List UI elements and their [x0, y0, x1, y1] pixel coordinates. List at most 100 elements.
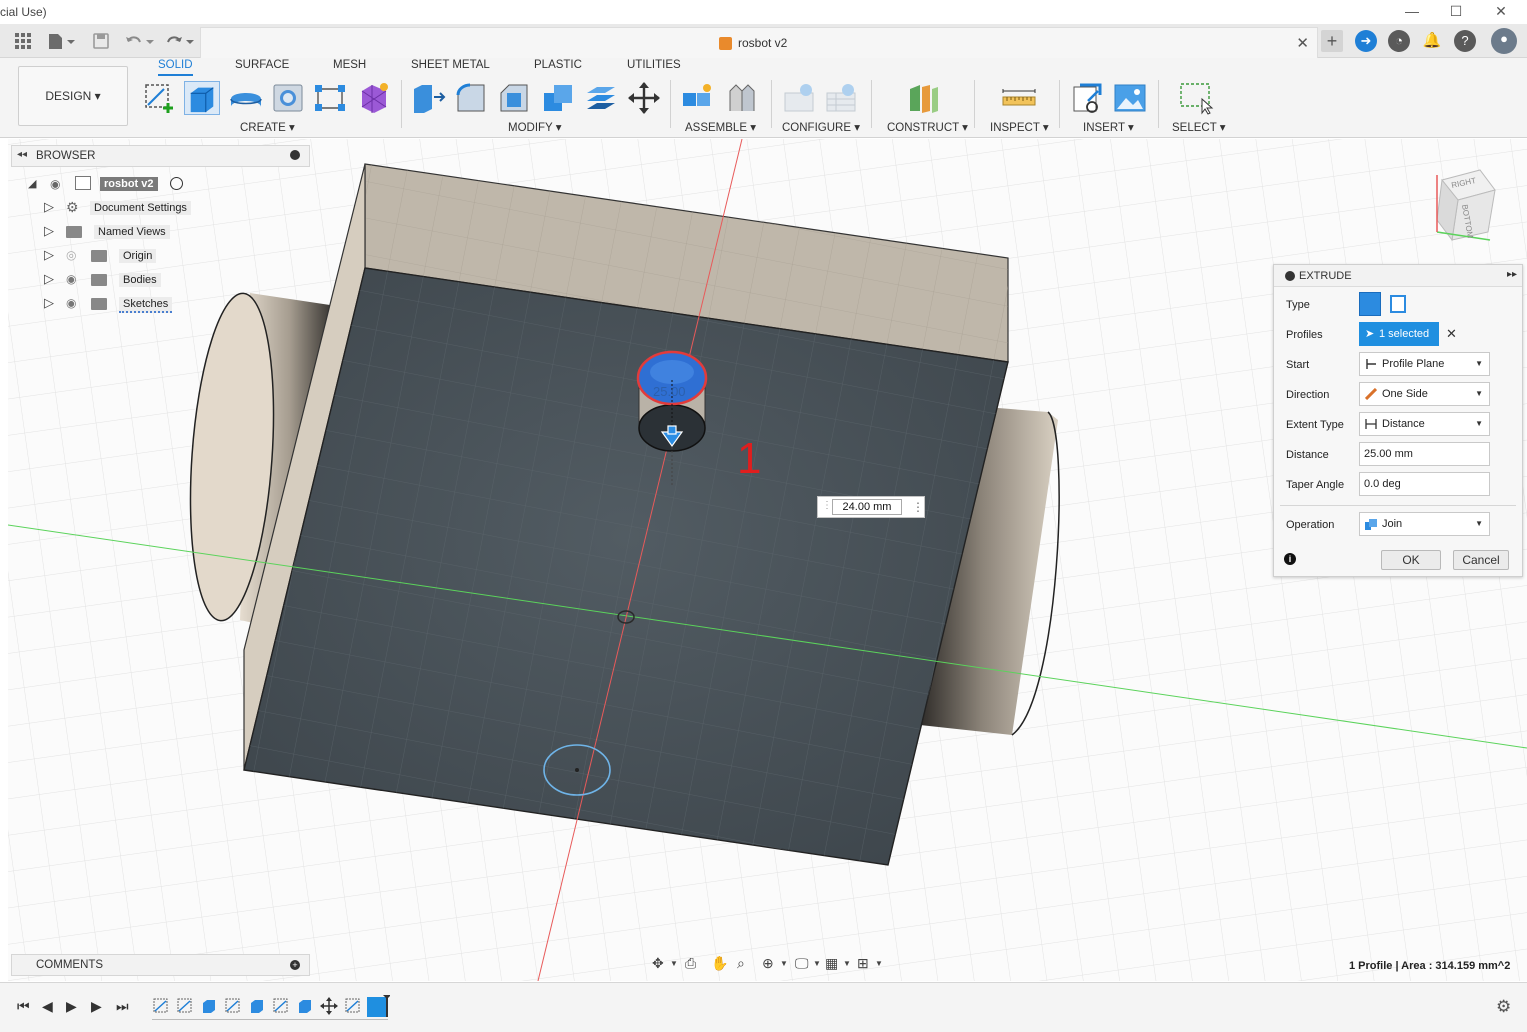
operation-dropdown[interactable]: Join ▼	[1359, 512, 1490, 536]
help-icon[interactable]: ?	[1454, 30, 1476, 52]
new-tab-icon[interactable]: +	[1321, 30, 1343, 52]
new-component-icon[interactable]	[680, 81, 716, 115]
direction-dropdown[interactable]: One Side ▼	[1359, 382, 1490, 406]
workspace-switcher-button[interactable]: DESIGN ▾	[18, 66, 128, 126]
close-tab-button[interactable]: ✕	[1296, 34, 1309, 52]
browser-item-origin[interactable]: ▷ ◎ Origin	[44, 246, 204, 266]
insert-derive-icon[interactable]	[1070, 81, 1106, 115]
pin-panel-icon[interactable]	[290, 150, 300, 160]
timeline-sketch-icon[interactable]	[344, 997, 362, 1015]
info-icon[interactable]: i	[1284, 553, 1296, 565]
ok-button[interactable]: OK	[1381, 550, 1441, 570]
step-back-icon[interactable]: ◀	[42, 998, 53, 1015]
expand-arrow-icon[interactable]: ▷	[44, 199, 54, 215]
tab-solid[interactable]: SOLID	[158, 59, 193, 76]
revolve-icon[interactable]	[228, 81, 264, 115]
tab-plastic[interactable]: PLASTIC	[534, 59, 582, 71]
select-window-icon[interactable]	[1178, 81, 1214, 115]
root-component-name[interactable]: rosbot v2	[100, 177, 158, 191]
distance-inline-input[interactable]: 24.00 mm	[832, 499, 902, 515]
tab-utilities[interactable]: UTILITIES	[627, 59, 681, 71]
hidden-eye-icon[interactable]: ◎	[66, 248, 76, 262]
type-thin-icon[interactable]	[1390, 295, 1406, 313]
display-settings-icon[interactable]: 🖵	[795, 955, 809, 972]
browser-item-named-views[interactable]: ▷ Named Views	[44, 222, 204, 242]
notifications-bell-icon[interactable]: 🔔	[1421, 30, 1443, 52]
configure-rule-icon[interactable]	[824, 81, 860, 115]
type-solid-icon[interactable]	[1359, 292, 1381, 316]
configure-menu[interactable]: CONFIGURE ▾	[782, 120, 860, 134]
hole-icon[interactable]	[270, 81, 306, 115]
select-menu[interactable]: SELECT ▾	[1172, 120, 1226, 134]
add-comment-icon[interactable]: +	[290, 960, 300, 970]
orbit-icon[interactable]: ✥	[652, 955, 664, 972]
cancel-button[interactable]: Cancel	[1453, 550, 1509, 570]
timeline-extrude-icon[interactable]	[296, 997, 314, 1015]
save-icon[interactable]	[92, 32, 110, 50]
start-dropdown[interactable]: Profile Plane ▼	[1359, 352, 1490, 376]
tab-sheet-metal[interactable]: SHEET METAL	[411, 59, 490, 71]
extrude-dialog-header[interactable]: EXTRUDE ▸▸	[1274, 265, 1522, 287]
comments-panel-header[interactable]: COMMENTS +	[11, 954, 310, 976]
timeline-sketch-icon[interactable]	[224, 997, 242, 1015]
taper-angle-field[interactable]: 0.0 deg	[1359, 472, 1490, 496]
move-copy-icon[interactable]	[626, 81, 662, 115]
expand-arrow-icon[interactable]: ▷	[44, 247, 54, 263]
browser-item-document-settings[interactable]: ▷ ⚙ Document Settings	[44, 198, 204, 218]
view-cube[interactable]: RIGHT BOTTOM	[1436, 169, 1496, 242]
expand-arrow-icon[interactable]: ▷	[44, 223, 54, 239]
tab-surface[interactable]: SURFACE	[235, 59, 289, 71]
browser-item-sketches[interactable]: ▷ ◉ Sketches	[44, 294, 204, 314]
look-at-icon[interactable]: ⎙	[685, 955, 696, 972]
fit-icon[interactable]: ⊕	[762, 955, 774, 972]
offset-plane-icon[interactable]	[906, 81, 942, 115]
viewports-icon[interactable]: ⊞	[857, 955, 869, 972]
combine-icon[interactable]	[540, 81, 576, 115]
play-icon[interactable]: ▶	[66, 998, 77, 1015]
expand-arrow-icon[interactable]: ▷	[44, 295, 54, 311]
visibility-eye-icon[interactable]: ◉	[66, 296, 76, 310]
timeline-settings-gear-icon[interactable]: ⚙	[1496, 997, 1511, 1017]
timeline-sketch-icon[interactable]	[152, 997, 170, 1015]
tab-mesh[interactable]: MESH	[333, 59, 366, 71]
browser-item-bodies[interactable]: ▷ ◉ Bodies	[44, 270, 204, 290]
visibility-eye-icon[interactable]: ◉	[66, 272, 76, 286]
visibility-eye-icon[interactable]: ◉	[50, 177, 60, 191]
timeline-extrude-icon[interactable]	[248, 997, 266, 1015]
collapse-dialog-icon[interactable]	[1285, 271, 1295, 281]
inspect-menu[interactable]: INSPECT ▾	[990, 120, 1049, 134]
timeline-sketch-icon[interactable]	[176, 997, 194, 1015]
go-to-end-icon[interactable]: ⏭	[116, 998, 129, 1015]
assemble-menu[interactable]: ASSEMBLE ▾	[685, 120, 756, 134]
chevron-down-icon[interactable]: ▼	[670, 959, 678, 968]
job-status-icon[interactable]: ◔	[1388, 30, 1410, 52]
chevron-down-icon[interactable]: ▼	[813, 959, 821, 968]
create-sketch-icon[interactable]	[142, 81, 178, 115]
chamfer-icon[interactable]	[497, 81, 533, 115]
clear-selection-icon[interactable]: ✕	[1446, 326, 1457, 342]
grid-settings-icon[interactable]: ▦	[825, 955, 838, 972]
undo-icon[interactable]	[124, 32, 156, 50]
timeline-extrude-icon[interactable]	[200, 997, 218, 1015]
extrude-icon[interactable]	[184, 81, 220, 115]
insert-menu[interactable]: INSERT ▾	[1083, 120, 1134, 134]
create-menu[interactable]: CREATE ▾	[240, 120, 295, 134]
press-pull-icon[interactable]	[410, 81, 446, 115]
drag-handle-icon[interactable]: ⋮	[822, 500, 832, 511]
modify-menu[interactable]: MODIFY ▾	[508, 120, 561, 134]
fillet-icon[interactable]	[454, 81, 490, 115]
step-forward-icon[interactable]: ▶	[91, 998, 102, 1015]
file-menu-icon[interactable]	[46, 32, 76, 50]
activate-component-icon[interactable]	[170, 177, 183, 190]
insert-canvas-icon[interactable]	[1112, 81, 1148, 115]
joint-icon[interactable]	[724, 81, 760, 115]
timeline-move-icon[interactable]	[320, 997, 338, 1015]
expand-arrow-icon[interactable]: ◢	[28, 177, 36, 190]
chevron-down-icon[interactable]: ▼	[875, 959, 883, 968]
maximize-button[interactable]: ☐	[1436, 2, 1476, 22]
chevron-down-icon[interactable]: ▼	[843, 959, 851, 968]
pattern-icon[interactable]	[312, 81, 348, 115]
expand-dialog-icon[interactable]: ▸▸	[1507, 269, 1517, 280]
chevron-down-icon[interactable]: ▼	[780, 959, 788, 968]
document-tab[interactable]: rosbot v2 ✕	[200, 27, 1318, 58]
